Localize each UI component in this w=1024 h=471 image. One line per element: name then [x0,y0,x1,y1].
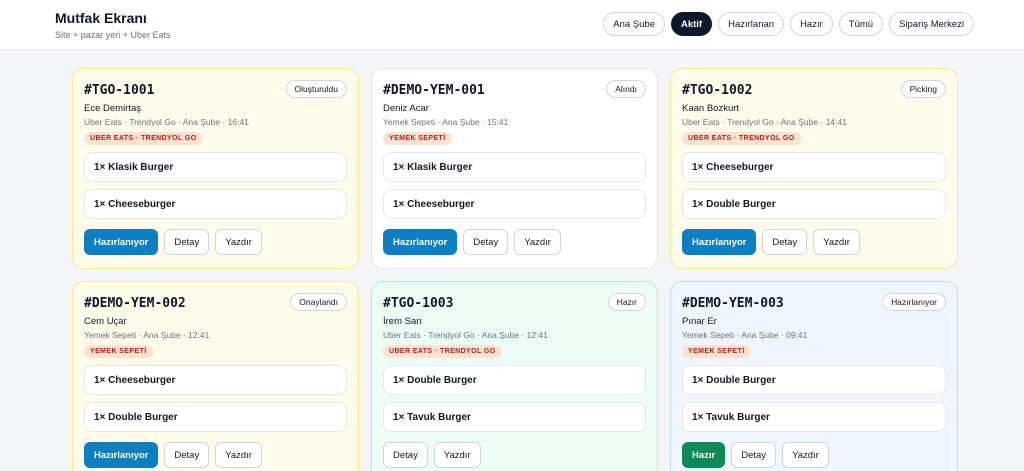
order-actions: Hazırlanıyor Detay Yazdır [84,229,347,255]
detay-button[interactable]: Detay [463,229,509,255]
detay-button[interactable]: Detay [164,229,210,255]
status-badge: Hazır [607,293,646,311]
source-badge-row: UBER EATS · TRENDYOL GO [84,127,347,145]
order-item: 1× Double Burger [84,402,347,432]
status-badge: Hazırlanıyor [882,293,946,311]
source-badge: YEMEK SEPETİ [682,345,751,358]
source-badge: UBER EATS · TRENDYOL GO [383,345,502,358]
page-title: Mutfak Ekranı [55,10,147,26]
filter-bar: Ana Şube Aktif Hazırlanan Hazır Tümü Sipariş … [603,12,974,36]
customer-name: Cem Uçar [84,316,127,327]
order-items: 1× Double Burger 1× Tavuk Burger [383,365,646,432]
order-item: 1× Tavuk Burger [682,402,946,432]
customer-name: Deniz Acar [383,103,429,114]
filter-ana-sube[interactable]: Ana Şube [603,12,665,36]
hazirlaniyor-button[interactable]: Hazırlanıyor [383,229,458,255]
status-badge: Onaylandı [290,293,347,311]
yazdir-button[interactable]: Yazdır [813,229,860,255]
order-card[interactable]: #DEMO-YEM-001 Alındı Deniz Acar Yemek Sepet… [371,68,658,269]
order-meta: Uber Eats · Trendyol Go · Ana Şube · 14:… [682,117,847,127]
yazdir-button[interactable]: Yazdır [514,229,561,255]
hazirlaniyor-button[interactable]: Hazırlanıyor [84,229,159,255]
order-card[interactable]: #DEMO-YEM-002 Onaylandı Cem Uçar Yemek Sepe… [72,281,359,471]
page-subtitle: Site + pazar yeri + Uber Eats [55,30,171,40]
filter-hazir[interactable]: Hazır [790,12,833,36]
source-badge-row: YEMEK SEPETİ [682,340,946,358]
order-items: 1× Cheeseburger 1× Double Burger [84,365,347,432]
filter-siparis-merkezi[interactable]: Sipariş Merkezi [889,12,974,36]
yazdir-button[interactable]: Yazdır [782,442,829,468]
order-meta: Yemek Sepeti · Ana Şube · 12:41 [84,330,210,340]
order-actions: Hazırlanıyor Detay Yazdır [383,229,646,255]
source-badge: UBER EATS · TRENDYOL GO [682,132,801,145]
order-card[interactable]: #TGO-1003 Hazır İrem Sarı Uber Eats · Trend… [371,281,658,471]
order-item: 1× Klasik Burger [84,152,347,182]
order-meta: Uber Eats · Trendyol Go · Ana Şube · 12:… [383,330,548,340]
customer-name: Pınar Er [682,316,717,327]
detay-button[interactable]: Detay [731,442,777,468]
customer-name: Kaan Bozkurt [682,103,740,114]
yazdir-button[interactable]: Yazdır [215,442,262,468]
yazdir-button[interactable]: Yazdır [215,229,262,255]
status-badge: Alındı [606,80,646,98]
detay-button[interactable]: Detay [164,442,210,468]
customer-name: İrem Sarı [383,316,423,327]
top-bar: Mutfak Ekranı Site + pazar yeri + Uber E… [0,0,1024,50]
order-items: 1× Klasik Burger 1× Cheeseburger [383,152,646,219]
customer-name: Ece Demirtaş [84,103,142,114]
order-card[interactable]: #DEMO-YEM-003 Hazırlanıyor Pınar Er Yemek S… [670,281,958,471]
order-actions: Detay Yazdır [383,442,646,468]
hazirlaniyor-button[interactable]: Hazırlanıyor [682,229,757,255]
order-item: 1× Double Burger [383,365,646,395]
yazdir-button[interactable]: Yazdır [433,442,481,468]
source-badge-row: UBER EATS · TRENDYOL GO [383,340,646,358]
source-badge-row: YEMEK SEPETİ [383,127,646,145]
detay-button[interactable]: Detay [762,229,808,255]
order-meta: Yemek Sepeti · Ana Şube · 09:41 [682,330,808,340]
order-meta: Yemek Sepeti · Ana Şube · 15:41 [383,117,509,127]
order-item: 1× Klasik Burger [383,152,646,182]
status-badge: Oluşturuldu [285,80,347,98]
source-badge: UBER EATS · TRENDYOL GO [84,132,203,145]
hazirlaniyor-button[interactable]: Hazırlanıyor [84,442,159,468]
filter-tumu[interactable]: Tümü [838,12,884,36]
order-id: #TGO-1003 [383,296,454,311]
source-badge: YEMEK SEPETİ [383,132,452,145]
hazir-button[interactable]: Hazır [682,442,726,468]
detay-button[interactable]: Detay [383,442,428,468]
order-item: 1× Cheeseburger [383,189,646,219]
order-item: 1× Cheeseburger [84,189,347,219]
order-item: 1× Tavuk Burger [383,402,646,432]
order-grid: #TGO-1001 Oluşturuldu Ece Demirtaş Uber Eat… [72,68,958,471]
source-badge: YEMEK SEPETİ [84,345,153,358]
order-items: 1× Cheeseburger 1× Double Burger [682,152,946,219]
status-badge: Picking [900,80,946,98]
order-items: 1× Double Burger 1× Tavuk Burger [682,365,946,432]
order-card[interactable]: #TGO-1001 Oluşturuldu Ece Demirtaş Uber Eat… [72,68,359,269]
order-meta: Uber Eats · Trendyol Go · Ana Şube · 16:… [84,117,249,127]
order-item: 1× Cheeseburger [84,365,347,395]
order-card[interactable]: #TGO-1002 Picking Kaan Bozkurt Uber Eats · … [670,68,958,269]
order-item: 1× Double Burger [682,189,946,219]
filter-aktif[interactable]: Aktif [670,12,713,36]
order-actions: Hazırlanıyor Detay Yazdır [84,442,347,468]
order-items: 1× Klasik Burger 1× Cheeseburger [84,152,347,219]
source-badge-row: UBER EATS · TRENDYOL GO [682,127,946,145]
order-actions: Hazırlanıyor Detay Yazdır [682,229,946,255]
order-item: 1× Double Burger [682,365,946,395]
order-item: 1× Cheeseburger [682,152,946,182]
source-badge-row: YEMEK SEPETİ [84,340,347,358]
order-actions: Hazır Detay Yazdır [682,442,946,468]
filter-hazirlanan[interactable]: Hazırlanan [718,12,785,36]
